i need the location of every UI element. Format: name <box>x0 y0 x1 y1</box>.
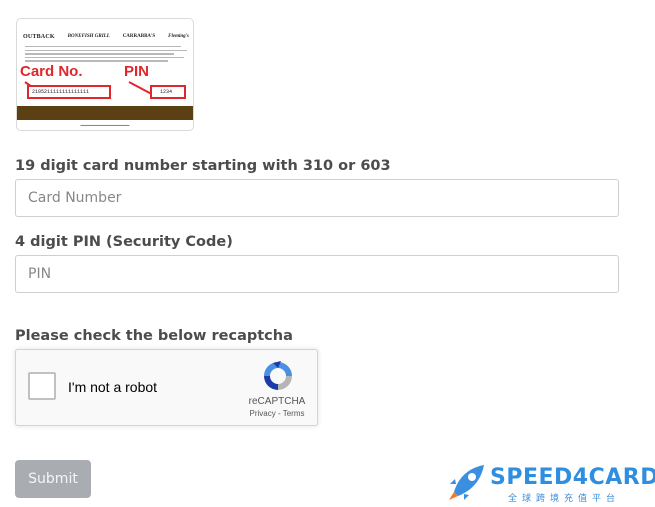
recaptcha-links: Privacy - Terms <box>240 409 314 418</box>
card-number-sample: 2105211111111111111 <box>27 85 111 99</box>
pin-annotation: PIN <box>124 63 150 80</box>
pin-arrow <box>128 81 151 95</box>
recaptcha-arrows-icon <box>264 361 292 390</box>
card-brand-logos: OUTBACK BONEFISH GRILL CARRABBA'S Flemin… <box>23 24 189 40</box>
pin-sample: 1234 <box>150 85 186 99</box>
brand-carrabbas: CARRABBA'S <box>122 34 156 39</box>
card-stripe <box>17 106 193 120</box>
recaptcha-label: I'm not a robot <box>68 379 158 395</box>
card-number-input[interactable] <box>15 179 619 217</box>
terms-link[interactable]: Terms <box>283 409 305 418</box>
recaptcha-brand: reCAPTCHA <box>248 396 306 407</box>
pin-label: 4 digit PIN (Security Code) <box>15 234 233 250</box>
card-bottom-text: ▬▬▬▬▬▬▬▬▬▬▬▬▬▬ <box>80 123 130 127</box>
pin-input[interactable] <box>15 255 619 293</box>
brand-outback: OUTBACK <box>23 34 55 40</box>
speed4card-logo: SPEED4CARD 全球跨境充值平台 <box>446 462 655 504</box>
logo-name: SPEED4CARD <box>490 465 655 490</box>
rocket-icon <box>449 465 484 500</box>
logo-tagline: 全球跨境充值平台 <box>508 494 621 504</box>
link-separator: - <box>275 409 283 418</box>
brand-flemings: Fleming's <box>168 34 189 39</box>
card-no-annotation: Card No. <box>20 63 83 80</box>
brand-bonefish: BONEFISH GRILL <box>67 34 110 39</box>
gift-card-image: OUTBACK BONEFISH GRILL CARRABBA'S Flemin… <box>16 18 194 131</box>
privacy-link[interactable]: Privacy <box>250 409 276 418</box>
card-number-label: 19 digit card number starting with 310 o… <box>15 158 391 174</box>
submit-button[interactable]: Submit <box>15 460 91 498</box>
card-fine-print <box>25 46 187 64</box>
recaptcha-checkbox[interactable] <box>28 372 56 400</box>
recaptcha-prompt: Please check the below recaptcha <box>15 328 293 344</box>
recaptcha-widget: I'm not a robot reCAPTCHA Privacy - Term… <box>15 349 318 426</box>
